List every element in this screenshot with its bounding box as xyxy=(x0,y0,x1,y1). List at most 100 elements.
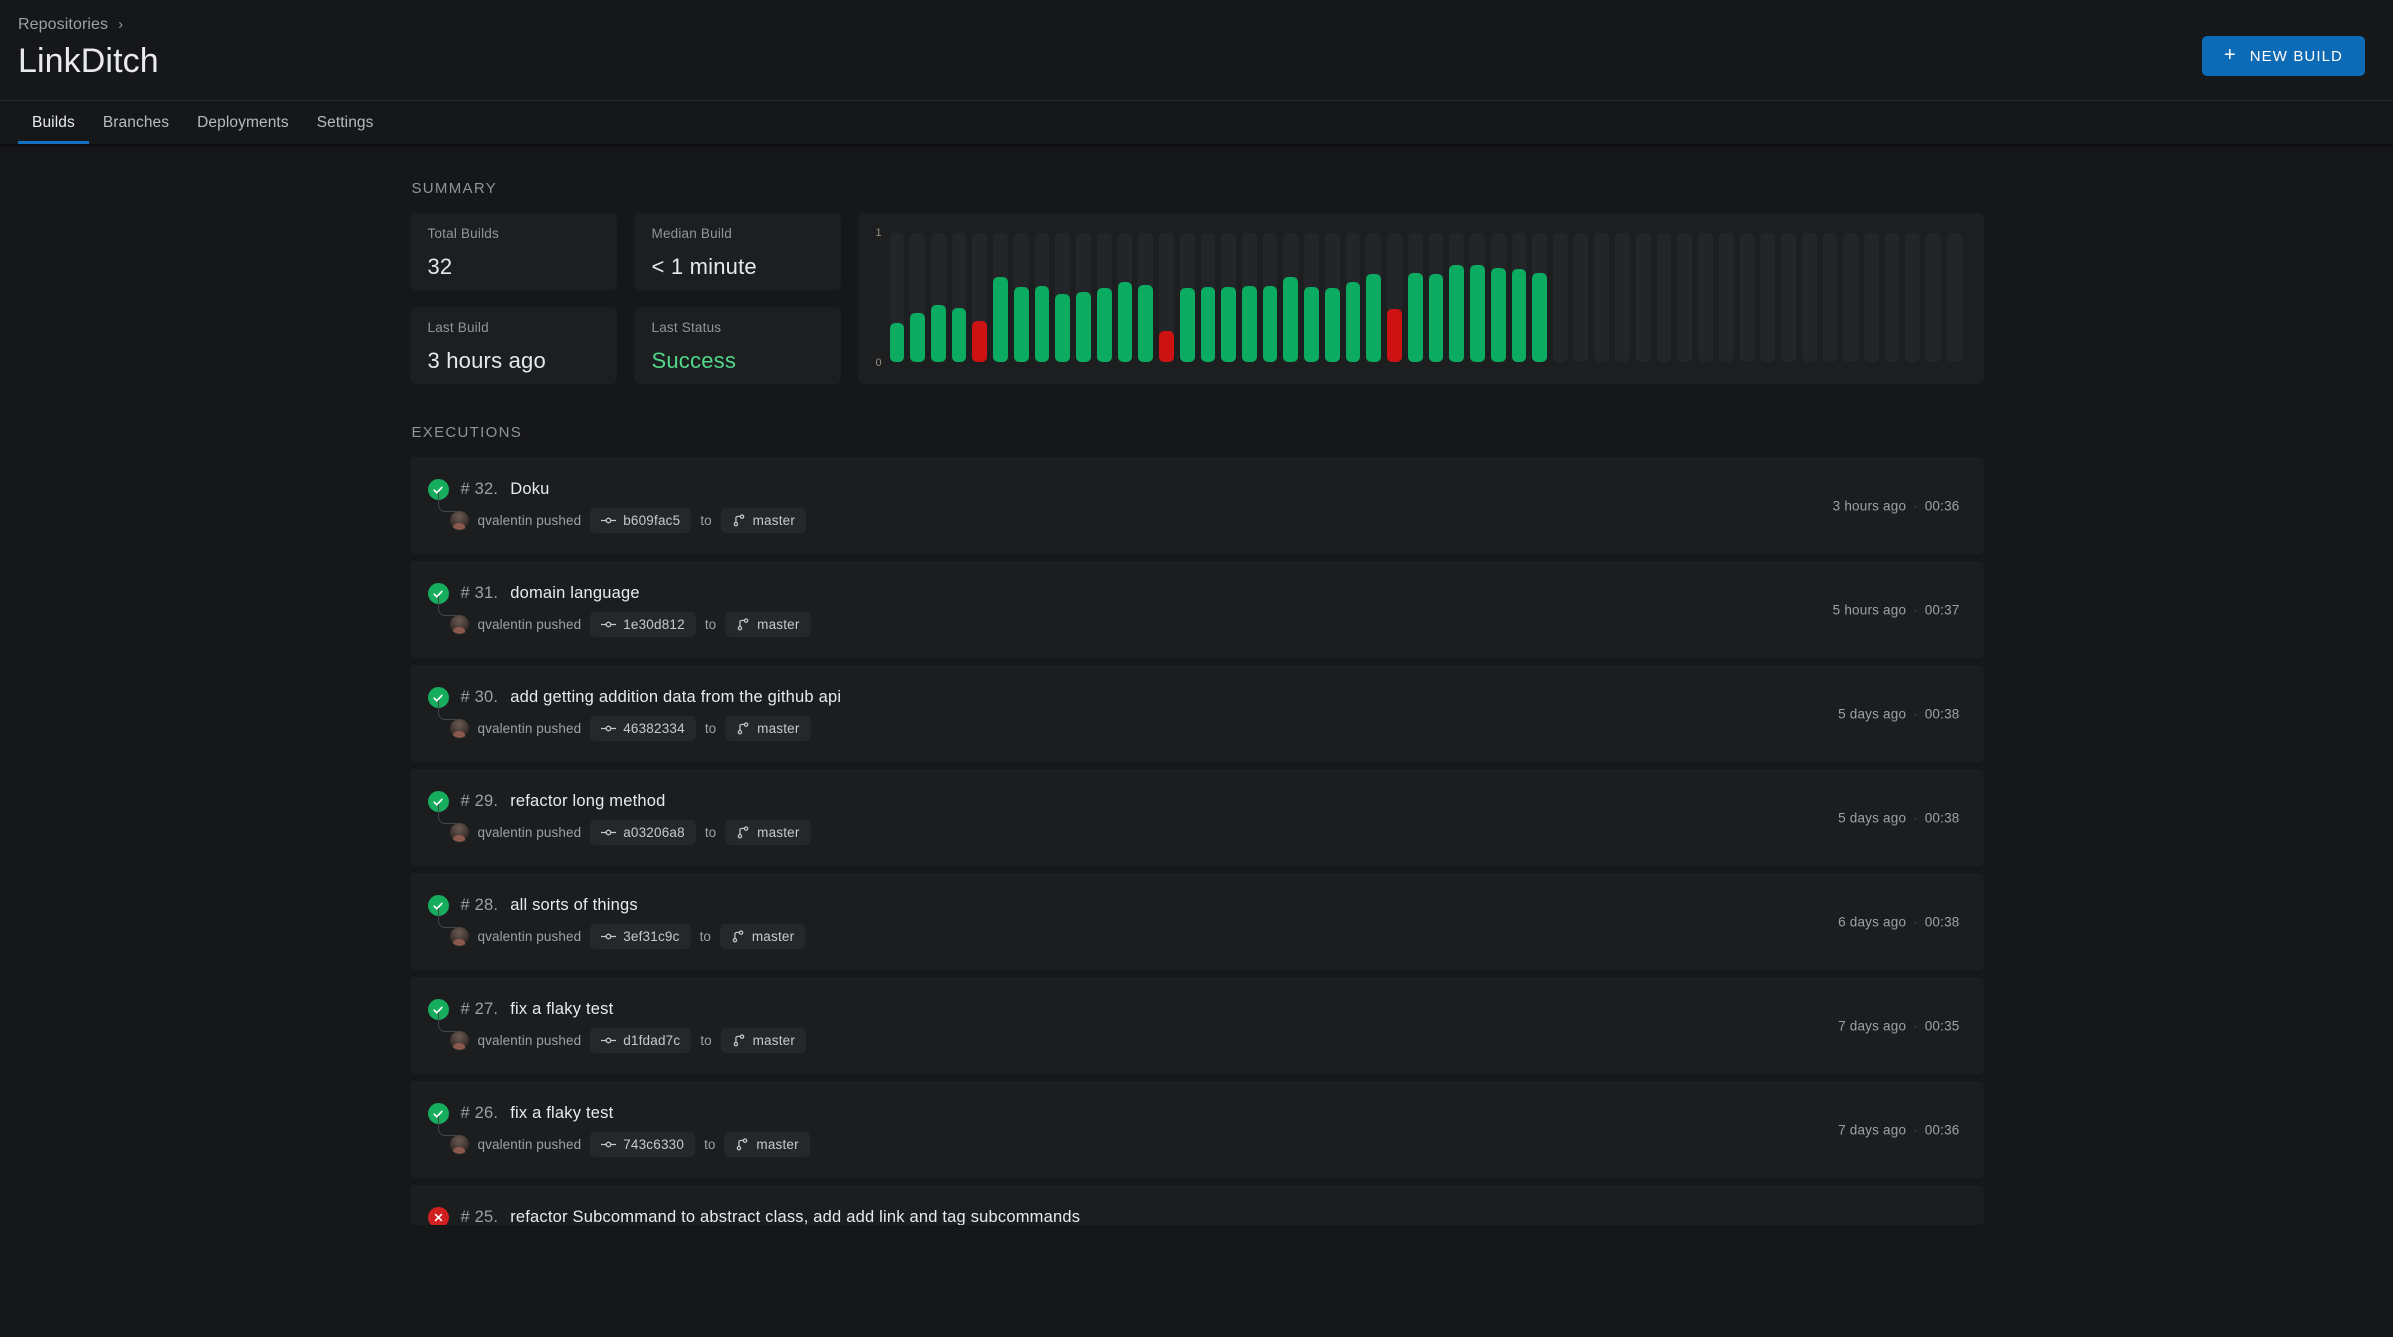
new-build-button[interactable]: + NEW BUILD xyxy=(2201,36,2365,76)
chart-bar-slot[interactable] xyxy=(1407,233,1423,362)
chart-bar-28[interactable] xyxy=(1449,265,1465,362)
chart-bar-slot[interactable] xyxy=(1324,233,1340,362)
chart-bar-slot[interactable] xyxy=(1262,233,1278,362)
branch-pill[interactable]: master xyxy=(725,612,811,637)
chart-bar-slot[interactable] xyxy=(1387,233,1402,362)
chart-bar-12[interactable] xyxy=(1117,282,1133,362)
chart-bar-slot[interactable] xyxy=(1635,233,1651,362)
chart-bar-9[interactable] xyxy=(1055,293,1071,362)
tab-settings[interactable]: Settings xyxy=(303,101,388,144)
execution-row[interactable]: # 32. Doku qvalentin pushed b609fac5 to maste… xyxy=(409,457,1984,554)
chart-bar-31[interactable] xyxy=(1511,269,1527,362)
chart-bar-slot[interactable] xyxy=(889,233,905,362)
commit-pill[interactable]: 46382334 xyxy=(590,716,696,741)
execution-row[interactable]: # 27. fix a flaky test qvalentin pushed d1f… xyxy=(409,977,1984,1074)
chart-bar-19[interactable] xyxy=(1262,285,1278,362)
chart-bar-18[interactable] xyxy=(1241,285,1257,362)
execution-row[interactable]: # 30. add getting addition data from the … xyxy=(409,665,1984,762)
branch-pill[interactable]: master xyxy=(725,716,811,741)
chart-bar-slot[interactable] xyxy=(1490,233,1506,362)
chart-bar-slot[interactable] xyxy=(910,233,925,362)
chart-bar-slot[interactable] xyxy=(972,233,988,362)
chart-bar-slot[interactable] xyxy=(1843,233,1859,362)
chart-bar-21[interactable] xyxy=(1304,287,1319,362)
chart-bar-slot[interactable] xyxy=(1822,233,1838,362)
commit-pill[interactable]: 743c6330 xyxy=(590,1132,696,1157)
chart-bar-slot[interactable] xyxy=(1781,233,1796,362)
chart-bar-13[interactable] xyxy=(1138,284,1154,362)
chart-bar-slot[interactable] xyxy=(1946,233,1962,362)
chart-bar-slot[interactable] xyxy=(1739,233,1755,362)
tab-deployments[interactable]: Deployments xyxy=(183,101,303,144)
chart-bar-slot[interactable] xyxy=(1013,233,1029,362)
chart-bar-slot[interactable] xyxy=(1511,233,1527,362)
chart-bar-32[interactable] xyxy=(1532,273,1547,362)
execution-row[interactable]: # 29. refactor long method qvalentin pushe… xyxy=(409,769,1984,866)
chart-bar-5[interactable] xyxy=(972,320,988,362)
execution-row[interactable]: # 31. domain language qvalentin pushed 1e30… xyxy=(409,561,1984,658)
execution-row[interactable]: # 28. all sorts of things qvalentin pushed… xyxy=(409,873,1984,970)
branch-pill[interactable]: master xyxy=(720,1028,807,1053)
chart-bar-slot[interactable] xyxy=(1470,233,1485,362)
chart-bar-slot[interactable] xyxy=(1884,233,1900,362)
chart-bar-1[interactable] xyxy=(889,323,905,362)
chart-bar-29[interactable] xyxy=(1470,265,1485,362)
branch-pill[interactable]: master xyxy=(720,508,807,533)
breadcrumb-link-repositories[interactable]: Repositories xyxy=(18,16,108,34)
chart-bar-8[interactable] xyxy=(1034,285,1050,362)
chart-bar-slot[interactable] xyxy=(1760,233,1776,362)
chart-bar-slot[interactable] xyxy=(1532,233,1547,362)
chart-bar-17[interactable] xyxy=(1221,287,1236,362)
chart-bar-16[interactable] xyxy=(1200,287,1216,362)
commit-pill[interactable]: b609fac5 xyxy=(590,508,692,533)
chart-bar-slot[interactable] xyxy=(1698,233,1713,362)
chart-bar-slot[interactable] xyxy=(1615,233,1630,362)
chart-bar-15[interactable] xyxy=(1179,288,1195,362)
execution-row[interactable]: # 26. fix a flaky test qvalentin pushed 743… xyxy=(409,1081,1984,1178)
chart-bar-slot[interactable] xyxy=(1096,233,1112,362)
chart-bar-slot[interactable] xyxy=(951,233,967,362)
commit-pill[interactable]: 3ef31c9c xyxy=(590,924,691,949)
chart-bar-slot[interactable] xyxy=(1905,233,1921,362)
chart-bar-slot[interactable] xyxy=(930,233,946,362)
chart-bar-slot[interactable] xyxy=(1159,233,1174,362)
chart-bar-14[interactable] xyxy=(1159,331,1174,362)
chart-bar-23[interactable] xyxy=(1345,282,1361,362)
tab-builds[interactable]: Builds xyxy=(18,101,89,144)
chart-bar-slot[interactable] xyxy=(1366,233,1382,362)
chart-bar-slot[interactable] xyxy=(1241,233,1257,362)
chart-bar-7[interactable] xyxy=(1013,287,1029,362)
commit-pill[interactable]: a03206a8 xyxy=(590,820,696,845)
chart-bar-slot[interactable] xyxy=(1718,233,1734,362)
chart-bar-10[interactable] xyxy=(1076,292,1091,362)
commit-pill[interactable]: 1e30d812 xyxy=(590,612,696,637)
chart-bar-24[interactable] xyxy=(1366,274,1382,362)
tab-branches[interactable]: Branches xyxy=(89,101,183,144)
chart-bar-slot[interactable] xyxy=(1573,233,1589,362)
chart-bar-25[interactable] xyxy=(1387,309,1402,362)
chart-bar-slot[interactable] xyxy=(993,233,1008,362)
chart-bar-20[interactable] xyxy=(1283,276,1299,362)
branch-pill[interactable]: master xyxy=(725,820,811,845)
chart-bar-26[interactable] xyxy=(1407,273,1423,362)
chart-bar-slot[interactable] xyxy=(1034,233,1050,362)
chart-bar-slot[interactable] xyxy=(1221,233,1236,362)
branch-pill[interactable]: master xyxy=(724,1132,810,1157)
chart-bar-11[interactable] xyxy=(1096,288,1112,362)
chart-bar-slot[interactable] xyxy=(1283,233,1299,362)
chart-bar-slot[interactable] xyxy=(1304,233,1319,362)
chart-bar-2[interactable] xyxy=(910,312,925,362)
execution-row[interactable]: # 25. refactor Subcommand to abstract cla… xyxy=(409,1185,1984,1225)
chart-bar-slot[interactable] xyxy=(1179,233,1195,362)
branch-pill[interactable]: master xyxy=(719,924,806,949)
chart-bar-slot[interactable] xyxy=(1428,233,1444,362)
chart-bar-27[interactable] xyxy=(1428,274,1444,362)
chart-bar-22[interactable] xyxy=(1324,288,1340,362)
chart-bar-slot[interactable] xyxy=(1864,233,1879,362)
chart-bar-3[interactable] xyxy=(930,305,946,362)
chart-bar-slot[interactable] xyxy=(1594,233,1610,362)
chart-bar-30[interactable] xyxy=(1490,267,1506,362)
chart-bar-slot[interactable] xyxy=(1200,233,1216,362)
chart-bar-slot[interactable] xyxy=(1801,233,1817,362)
chart-bar-slot[interactable] xyxy=(1076,233,1091,362)
